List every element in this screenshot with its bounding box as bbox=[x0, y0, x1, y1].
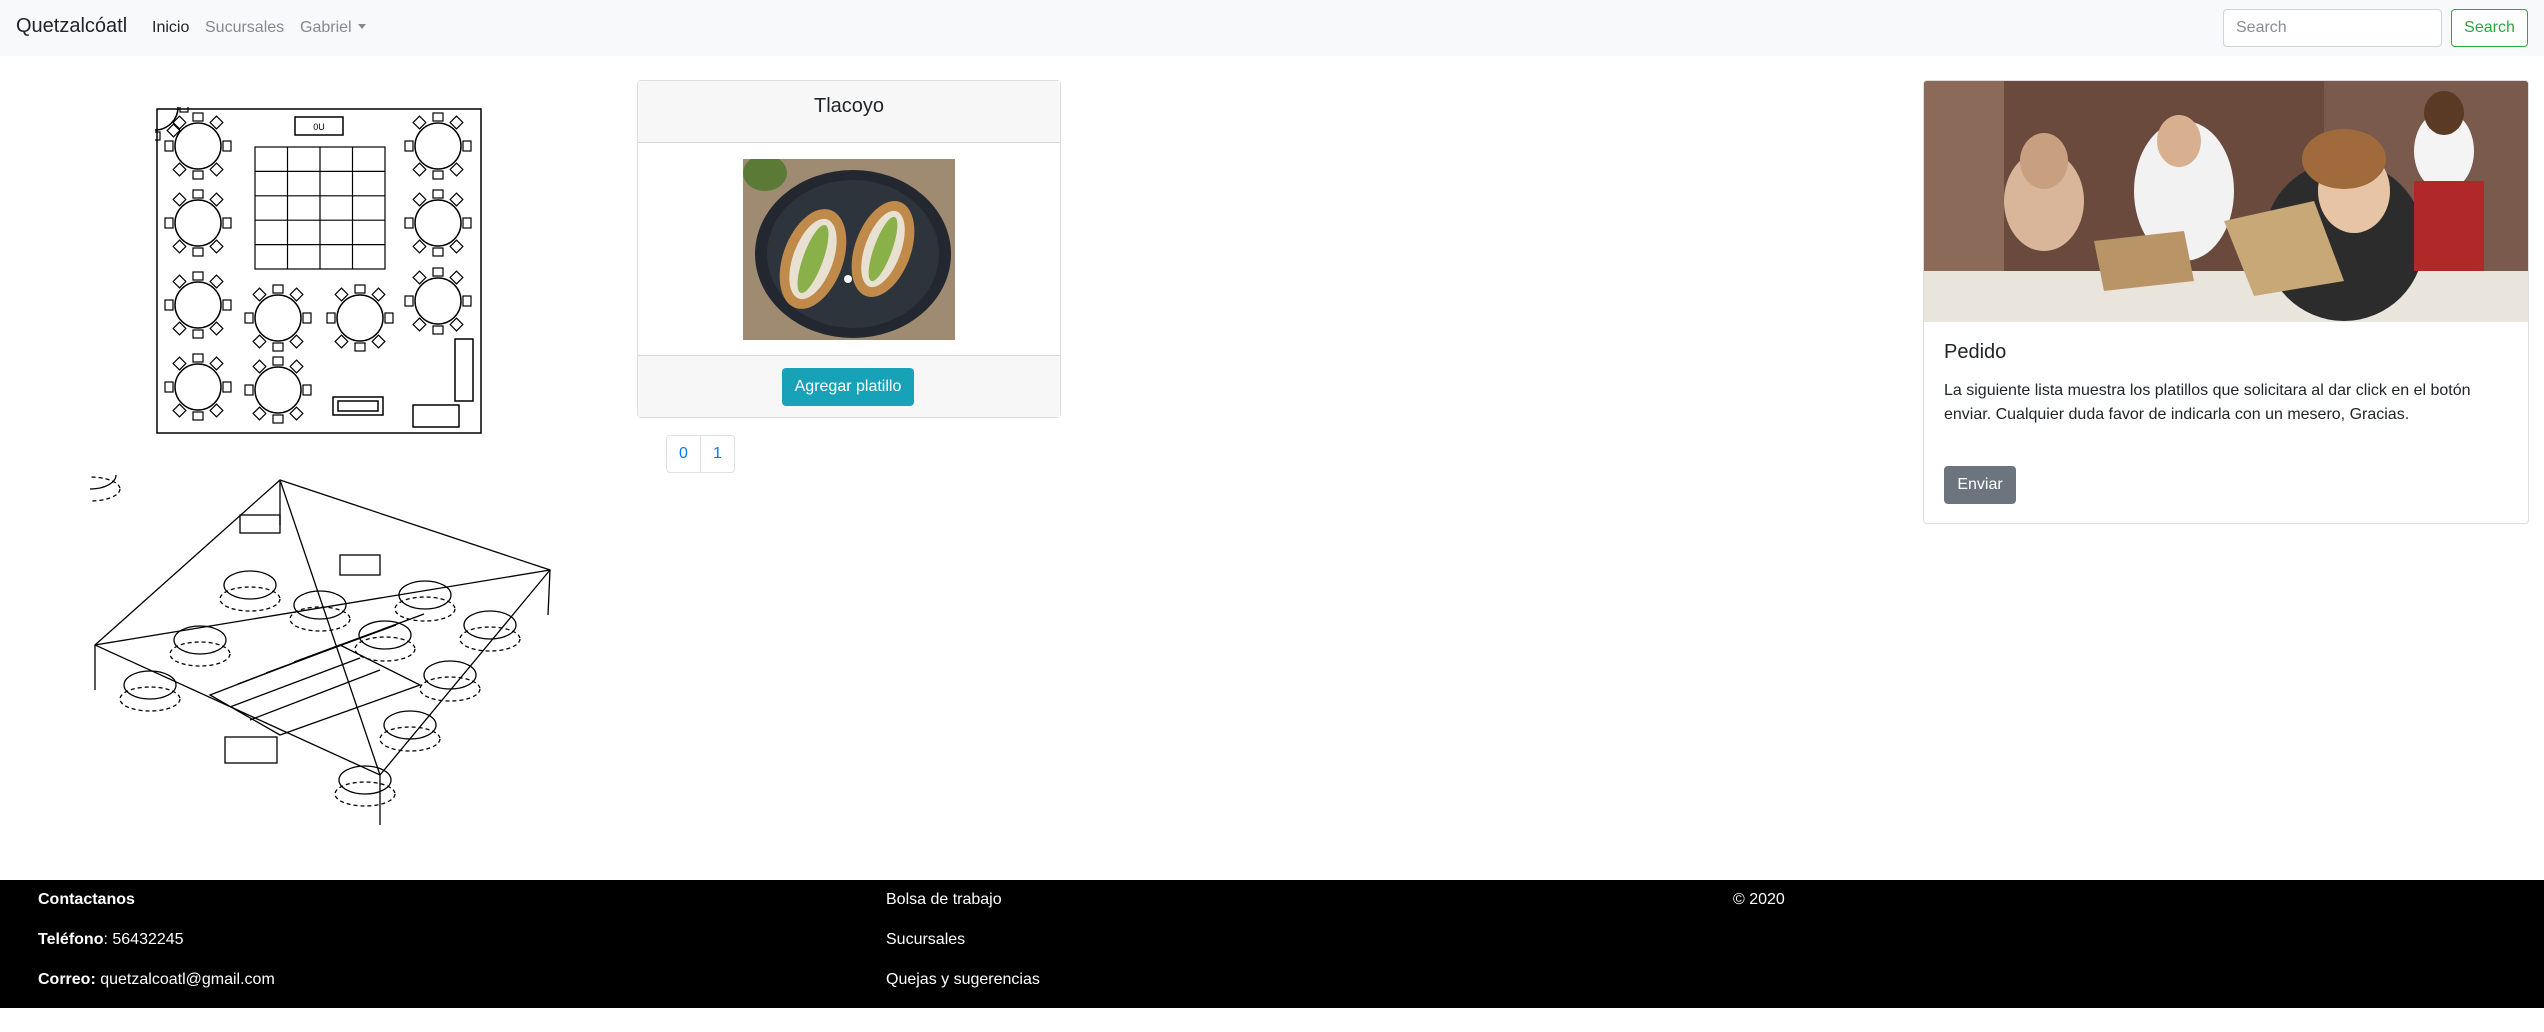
page-link-1[interactable]: 1 bbox=[700, 435, 735, 473]
dish-title: Tlacoyo bbox=[638, 81, 1060, 143]
order-card: Pedido La siguiente lista muestra los pl… bbox=[1923, 80, 2529, 524]
footer-link-sucursales[interactable]: Sucursales bbox=[886, 931, 965, 949]
order-title: Pedido bbox=[1944, 341, 2007, 363]
nav-dropdown-gabriel[interactable]: Gabriel bbox=[300, 19, 366, 37]
nav-link-sucursales[interactable]: Sucursales bbox=[205, 19, 284, 37]
footer-link-quejas[interactable]: Quejas y sugerencias bbox=[886, 971, 1040, 989]
phone-value: : 56432245 bbox=[103, 931, 184, 948]
caret-down-icon bbox=[357, 24, 366, 29]
email-line: Correo: quetzalcoatl@gmail.com bbox=[38, 971, 275, 989]
phone-line: Teléfono: 56432245 bbox=[38, 931, 184, 949]
search-input[interactable] bbox=[2223, 9, 2442, 47]
brand-link[interactable]: Quetzalcóatl bbox=[16, 15, 127, 38]
contact-heading: Contactanos bbox=[38, 891, 135, 908]
tent-layout-image bbox=[90, 475, 552, 825]
add-dish-button[interactable]: Agregar platillo bbox=[782, 368, 914, 406]
footer-link-bolsa-de-trabajo[interactable]: Bolsa de trabajo bbox=[886, 891, 1002, 909]
nav-dropdown-label: Gabriel bbox=[300, 19, 352, 36]
page-link-0[interactable]: 0 bbox=[666, 435, 701, 473]
email-value: quetzalcoatl@gmail.com bbox=[95, 971, 275, 988]
dish-card: Tlacoyo Agregar platillo bbox=[637, 80, 1061, 418]
footer: Contactanos Teléfono: 56432245 Correo: q… bbox=[0, 880, 2544, 1008]
email-label: Correo: bbox=[38, 971, 96, 988]
copyright-text: © 2020 bbox=[1733, 891, 1785, 908]
order-description: La siguiente lista muestra los platillos… bbox=[1944, 382, 2471, 423]
restaurant-photo bbox=[1924, 81, 2528, 322]
stage-label: 0U bbox=[313, 122, 325, 132]
nav-link-inicio[interactable]: Inicio bbox=[152, 19, 189, 37]
phone-label: Teléfono bbox=[38, 931, 104, 948]
send-order-button[interactable]: Enviar bbox=[1944, 466, 2016, 504]
pagination: 0 1 bbox=[666, 435, 735, 473]
navbar: Quetzalcóatl Inicio Sucursales Gabriel S… bbox=[0, 0, 2544, 56]
dish-card-footer: Agregar platillo bbox=[638, 355, 1060, 417]
search-button[interactable]: Search bbox=[2451, 9, 2528, 47]
dish-photo bbox=[743, 159, 955, 340]
floor-plan-image: 0U bbox=[155, 107, 482, 434]
